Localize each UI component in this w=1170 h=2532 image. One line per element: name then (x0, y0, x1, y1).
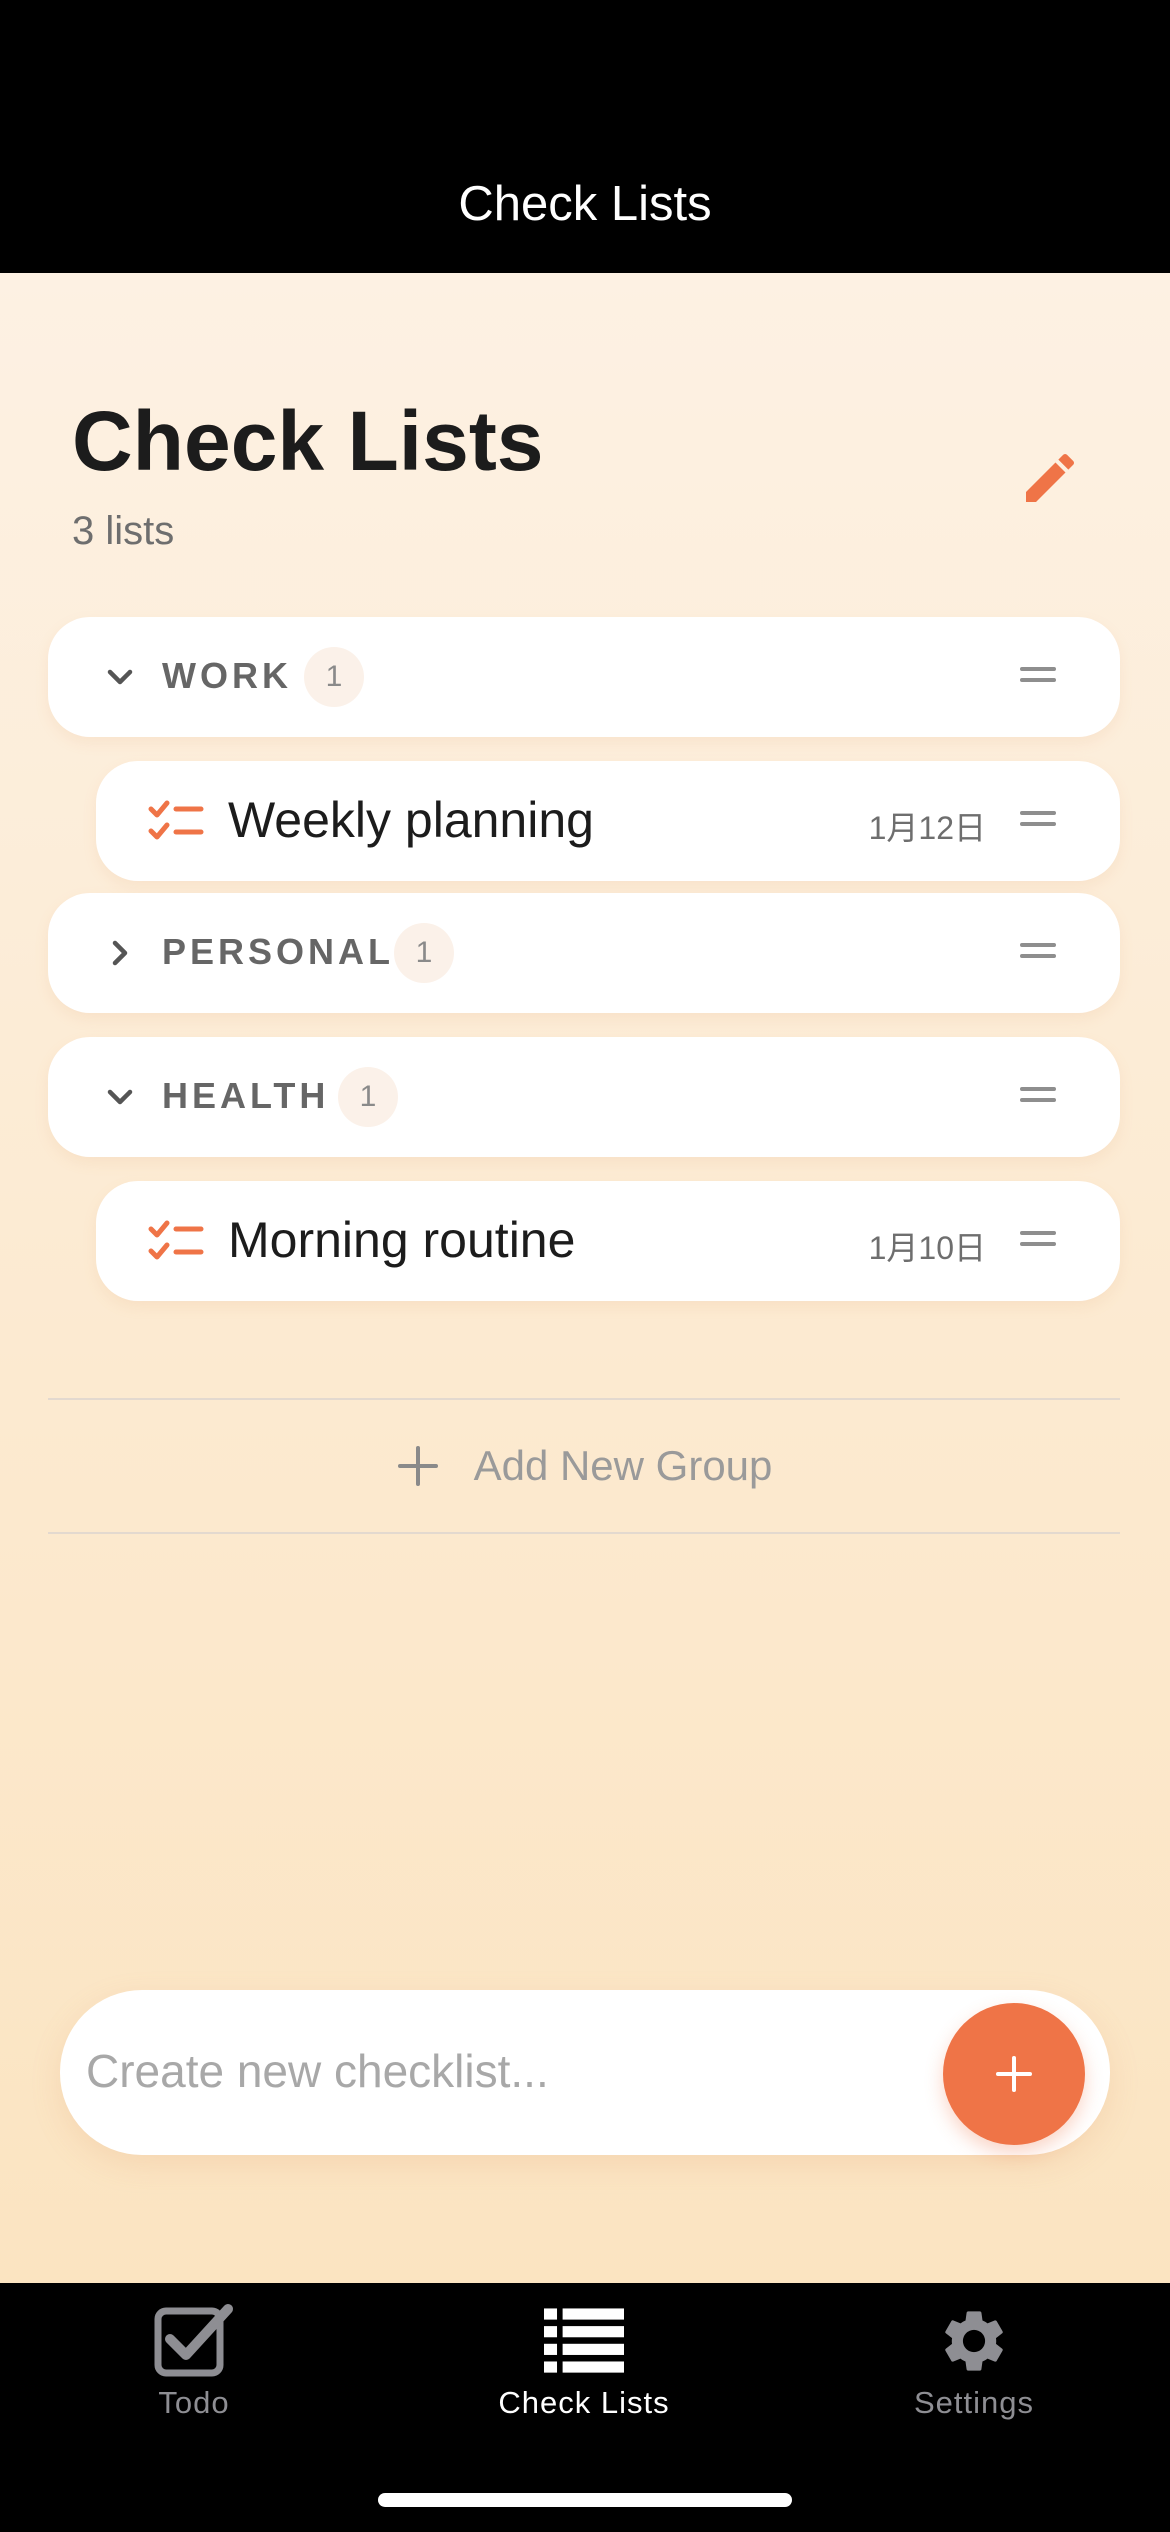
group-header-personal[interactable]: PERSONAL 1 (48, 893, 1120, 1013)
list-count: 3 lists (72, 509, 175, 553)
add-group-label: Add New Group (473, 1442, 773, 1489)
tab-label: Check Lists (498, 2385, 670, 2420)
group-header-work[interactable]: WORK 1 (48, 617, 1120, 737)
drag-handle-icon[interactable] (1020, 1231, 1056, 1247)
new-checklist-input[interactable] (84, 2030, 908, 2112)
divider (48, 1532, 1120, 1534)
plus-icon (996, 2056, 1032, 2092)
plus-icon (397, 1446, 438, 1486)
checklist-title: Morning routine (228, 1212, 576, 1268)
tab-settings[interactable]: Settings (814, 2303, 1134, 2443)
drag-handle-icon[interactable] (1020, 811, 1056, 827)
main-content: Check Lists 3 lists WORK 1 Weekly planni… (0, 273, 1170, 2283)
checklist-item[interactable]: Weekly planning 1月12日 (96, 761, 1120, 881)
chevron-right-icon[interactable] (100, 933, 140, 973)
chevron-down-icon[interactable] (100, 1077, 140, 1117)
gear-icon (934, 2303, 1014, 2379)
group-label: HEALTH (162, 1075, 330, 1116)
tab-label: Settings (913, 2385, 1034, 2420)
nav-title: Check Lists (458, 177, 712, 231)
pencil-icon (1026, 453, 1075, 502)
chevron-down-icon[interactable] (100, 657, 140, 697)
checklist-date: 1月10日 (868, 1230, 986, 1266)
tab-label: Todo (158, 2385, 230, 2420)
navigation-bar: Check Lists (0, 0, 1170, 273)
list-icon (544, 2303, 624, 2379)
home-indicator[interactable] (378, 2493, 792, 2507)
group-count-badge: 1 (304, 647, 364, 707)
tab-todo[interactable]: Todo (34, 2303, 354, 2443)
group-header-health[interactable]: HEALTH 1 (48, 1037, 1120, 1157)
add-group-button[interactable]: Add New Group (0, 1426, 1170, 1506)
checklist-icon (148, 1219, 204, 1263)
checklist-icon (148, 799, 204, 843)
checklist-date: 1月12日 (868, 810, 986, 846)
group-label: PERSONAL (162, 931, 395, 972)
tab-check-lists[interactable]: Check Lists (424, 2303, 744, 2443)
group-count-badge: 1 (394, 923, 454, 983)
new-checklist-composer (60, 1990, 1110, 2155)
drag-handle-icon[interactable] (1020, 943, 1056, 959)
divider (48, 1398, 1120, 1400)
drag-handle-icon[interactable] (1020, 1087, 1056, 1103)
edit-button[interactable] (1010, 438, 1090, 518)
group-label: WORK (162, 655, 292, 696)
group-count-badge: 1 (338, 1067, 398, 1127)
checkbox-icon (154, 2303, 234, 2379)
add-checklist-button[interactable] (943, 2003, 1085, 2145)
page-title: Check Lists (72, 394, 544, 488)
checklist-title: Weekly planning (228, 792, 594, 848)
checklist-item[interactable]: Morning routine 1月10日 (96, 1181, 1120, 1301)
drag-handle-icon[interactable] (1020, 667, 1056, 683)
